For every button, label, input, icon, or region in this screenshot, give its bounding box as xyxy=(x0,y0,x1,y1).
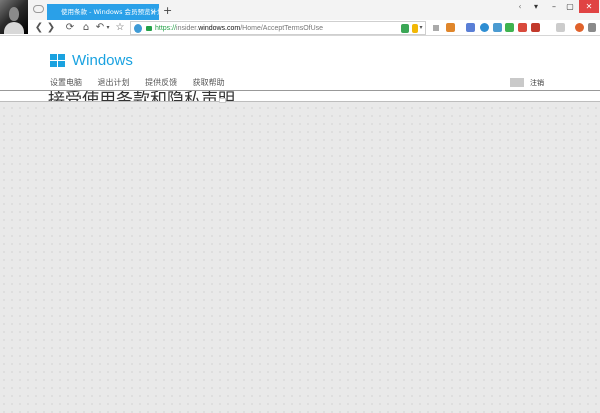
minimize-button[interactable]: – xyxy=(547,0,561,13)
nav-feedback[interactable]: 提供反馈 xyxy=(145,78,177,88)
menu-icon[interactable] xyxy=(588,23,596,32)
site-nav: 设置电脑 退出计划 提供反馈 获取帮助 xyxy=(50,78,238,88)
url-scheme: https:// xyxy=(155,25,177,32)
notification-icon[interactable] xyxy=(518,23,527,32)
translate-icon[interactable] xyxy=(466,23,475,32)
tab-active[interactable]: 使用条款 - Windows 会员预览计划 × xyxy=(47,4,159,20)
tab-list-left-icon[interactable]: ‹ xyxy=(514,0,526,13)
address-bar[interactable]: https://insider.windows.com/Home/AcceptT… xyxy=(130,21,426,35)
lock-icon xyxy=(146,26,152,31)
user-avatar[interactable] xyxy=(0,0,28,34)
content-divider xyxy=(0,101,600,102)
avatar-shoulder xyxy=(4,22,24,34)
url-domain: windows.com xyxy=(198,25,241,32)
browser-window: 使用条款 - Windows 会员预览计划 × + ‹ ▾ – ▢ ✕ ❮ ❯ … xyxy=(0,0,600,102)
url-text[interactable]: https://insider.windows.com/Home/AcceptT… xyxy=(155,22,323,35)
url-menu-icon[interactable]: ▾ xyxy=(417,20,425,36)
heading-marker xyxy=(219,98,226,103)
new-tab-button[interactable]: + xyxy=(163,4,172,18)
tab-bar: 使用条款 - Windows 会员预览计划 × + ‹ ▾ – ▢ ✕ xyxy=(0,0,600,34)
url-path: /Home/AcceptTermsOfUse xyxy=(240,25,324,32)
share-icon[interactable] xyxy=(401,24,409,33)
security-shield-icon xyxy=(134,24,142,33)
tab-close-icon[interactable]: × xyxy=(150,4,156,20)
extension-green-icon[interactable] xyxy=(505,23,514,32)
undo-menu-icon[interactable]: ▾ xyxy=(104,20,112,36)
nav-setup-pc[interactable]: 设置电脑 xyxy=(50,78,82,88)
windows-logo-icon[interactable] xyxy=(50,54,65,68)
forward-button[interactable]: ❯ xyxy=(45,20,57,36)
reload-button[interactable]: ⟳ xyxy=(64,20,76,36)
cloud-sync-icon[interactable] xyxy=(33,5,44,13)
maximize-button[interactable]: ▢ xyxy=(563,0,577,13)
weibo-icon[interactable] xyxy=(575,23,584,32)
avatar-face xyxy=(9,7,19,21)
navigation-toolbar: ❮ ❯ ⟳ ⌂ ↶ ▾ ☆ https://insider.windows.co… xyxy=(0,20,600,36)
pdf-icon[interactable] xyxy=(531,23,540,32)
apps-grid-icon[interactable] xyxy=(446,23,455,32)
home-button[interactable]: ⌂ xyxy=(80,20,92,36)
extension-gray-icon[interactable] xyxy=(556,23,565,32)
nav-help[interactable]: 获取帮助 xyxy=(193,78,225,88)
back-button[interactable]: ❮ xyxy=(33,20,45,36)
tab-title: 使用条款 - Windows 会员预览计划 xyxy=(61,8,159,16)
signout-link[interactable]: 注销 xyxy=(530,78,544,88)
favorite-star-icon[interactable]: ☆ xyxy=(114,20,126,36)
close-window-button[interactable]: ✕ xyxy=(579,0,599,13)
tab-list-menu-icon[interactable]: ▾ xyxy=(530,0,542,13)
nav-leave-program[interactable]: 退出计划 xyxy=(98,78,130,88)
download-icon[interactable] xyxy=(493,23,502,32)
play-icon[interactable] xyxy=(433,25,439,31)
brand-title[interactable]: Windows xyxy=(72,52,133,70)
shield-addon-icon[interactable] xyxy=(480,23,489,32)
url-host-prefix: insider. xyxy=(176,25,199,32)
account-name xyxy=(510,78,524,87)
